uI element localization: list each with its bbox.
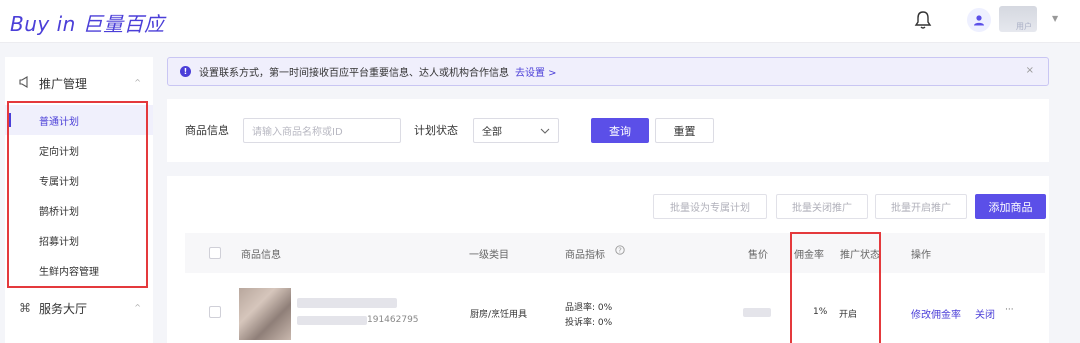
svg-text:?: ? — [618, 247, 622, 255]
grid-icon: ⌘ — [19, 301, 31, 315]
query-button[interactable]: 查询 — [591, 118, 649, 143]
top-bar: Buy in 巨量百应 用户 ▼ — [0, 0, 1080, 43]
table-header: 商品信息 一级类目 商品指标 ? 售价 佣金率 推广状态 操作 — [185, 233, 1045, 273]
sidebar-item-bridge-plan[interactable]: 鹊桥计划 — [5, 195, 153, 225]
bell-icon[interactable] — [914, 10, 932, 30]
column-header: 一级类目 — [469, 250, 509, 261]
batch-open-button[interactable]: 批量开启推广 — [875, 194, 967, 219]
sidebar-group-promotion[interactable]: 推广管理 ^ — [5, 68, 153, 98]
close-promotion-link[interactable]: 关闭 — [975, 306, 995, 321]
sidebar-item-recruit-plan[interactable]: 招募计划 — [5, 225, 153, 255]
avatar[interactable] — [967, 8, 991, 32]
edit-commission-link[interactable]: 修改佣金率 — [911, 306, 961, 321]
batch-set-exclusive-button[interactable]: 批量设为专属计划 — [653, 194, 767, 219]
sidebar-item-exclusive-plan[interactable]: 专属计划 — [5, 165, 153, 195]
notice-text: 设置联系方式，第一时间接收百应平台重要信息、达人或机构合作信息 — [199, 68, 509, 79]
column-header: 商品指标 — [565, 250, 605, 261]
user-icon — [974, 15, 984, 26]
plan-status-label: 计划状态 — [414, 124, 458, 137]
help-icon[interactable]: ? — [615, 245, 625, 258]
chevron-down-icon — [540, 128, 550, 134]
sidebar: 推广管理 ^ 普通计划 定向计划 专属计划 鹊桥计划 招募计划 生鲜内容管理 ⌘… — [5, 57, 153, 343]
chevron-down-icon[interactable]: ▼ — [1052, 14, 1058, 23]
info-icon: ! — [180, 66, 191, 77]
column-header: 推广状态 — [840, 250, 880, 261]
sidebar-item-targeted-plan[interactable]: 定向计划 — [5, 135, 153, 165]
add-product-button[interactable]: 添加商品 — [975, 194, 1046, 219]
product-search-input[interactable]: 请输入商品名称或ID — [243, 118, 401, 143]
product-id-suffix: 191462795 — [367, 315, 419, 325]
sidebar-item-fresh-content[interactable]: 生鲜内容管理 — [5, 255, 153, 285]
user-sub-label: 用户 — [1016, 22, 1032, 31]
price-blurred — [743, 308, 771, 317]
megaphone-icon — [19, 75, 33, 91]
product-name-blurred[interactable] — [297, 298, 397, 308]
notice-banner: ! 设置联系方式，第一时间接收百应平台重要信息、达人或机构合作信息 去设置 > … — [167, 57, 1049, 86]
product-info-label: 商品信息 — [185, 124, 229, 137]
close-icon[interactable]: × — [1026, 65, 1034, 76]
sidebar-group-label: 推广管理 — [39, 76, 88, 91]
column-header: 售价 — [748, 250, 768, 261]
table-panel: 批量设为专属计划 批量关闭推广 批量开启推广 添加商品 商品信息 一级类目 商品… — [167, 176, 1049, 343]
column-header: 商品信息 — [241, 250, 281, 261]
row-checkbox[interactable] — [209, 306, 221, 318]
plan-status-value: 全部 — [482, 127, 502, 138]
plan-status-select[interactable]: 全部 — [473, 118, 559, 143]
reset-button[interactable]: 重置 — [655, 118, 714, 143]
select-all-checkbox[interactable] — [209, 247, 221, 259]
more-actions-icon[interactable]: ··· — [1005, 305, 1014, 315]
column-header: 操作 — [911, 250, 931, 261]
notice-setup-link[interactable]: 去设置 > — [515, 64, 557, 79]
sidebar-group-service-hall[interactable]: ⌘ 服务大厅 ^ — [5, 293, 153, 323]
filter-panel: 商品信息 请输入商品名称或ID 计划状态 全部 查询 重置 — [167, 99, 1049, 162]
column-header: 佣金率 — [794, 250, 824, 261]
chevron-up-icon: ^ — [134, 78, 141, 87]
sidebar-item-cut-off[interactable] — [5, 325, 153, 343]
batch-close-button[interactable]: 批量关闭推广 — [776, 194, 868, 219]
chevron-up-icon: ^ — [134, 303, 141, 312]
promotion-status-cell: 开启 — [839, 310, 858, 320]
metric-complaint-rate: 投诉率: 0% — [565, 318, 613, 328]
logo[interactable]: Buy in 巨量百应 — [10, 8, 165, 37]
sidebar-group-label: 服务大厅 — [39, 301, 88, 316]
category-cell: 厨房/烹饪用具 — [470, 310, 528, 320]
commission-rate-cell: 1% — [813, 307, 828, 317]
product-thumbnail[interactable] — [239, 288, 291, 340]
sidebar-item-normal-plan[interactable]: 普通计划 — [5, 105, 153, 135]
metric-return-rate: 品退率: 0% — [565, 303, 613, 313]
product-id-blurred — [297, 316, 367, 325]
